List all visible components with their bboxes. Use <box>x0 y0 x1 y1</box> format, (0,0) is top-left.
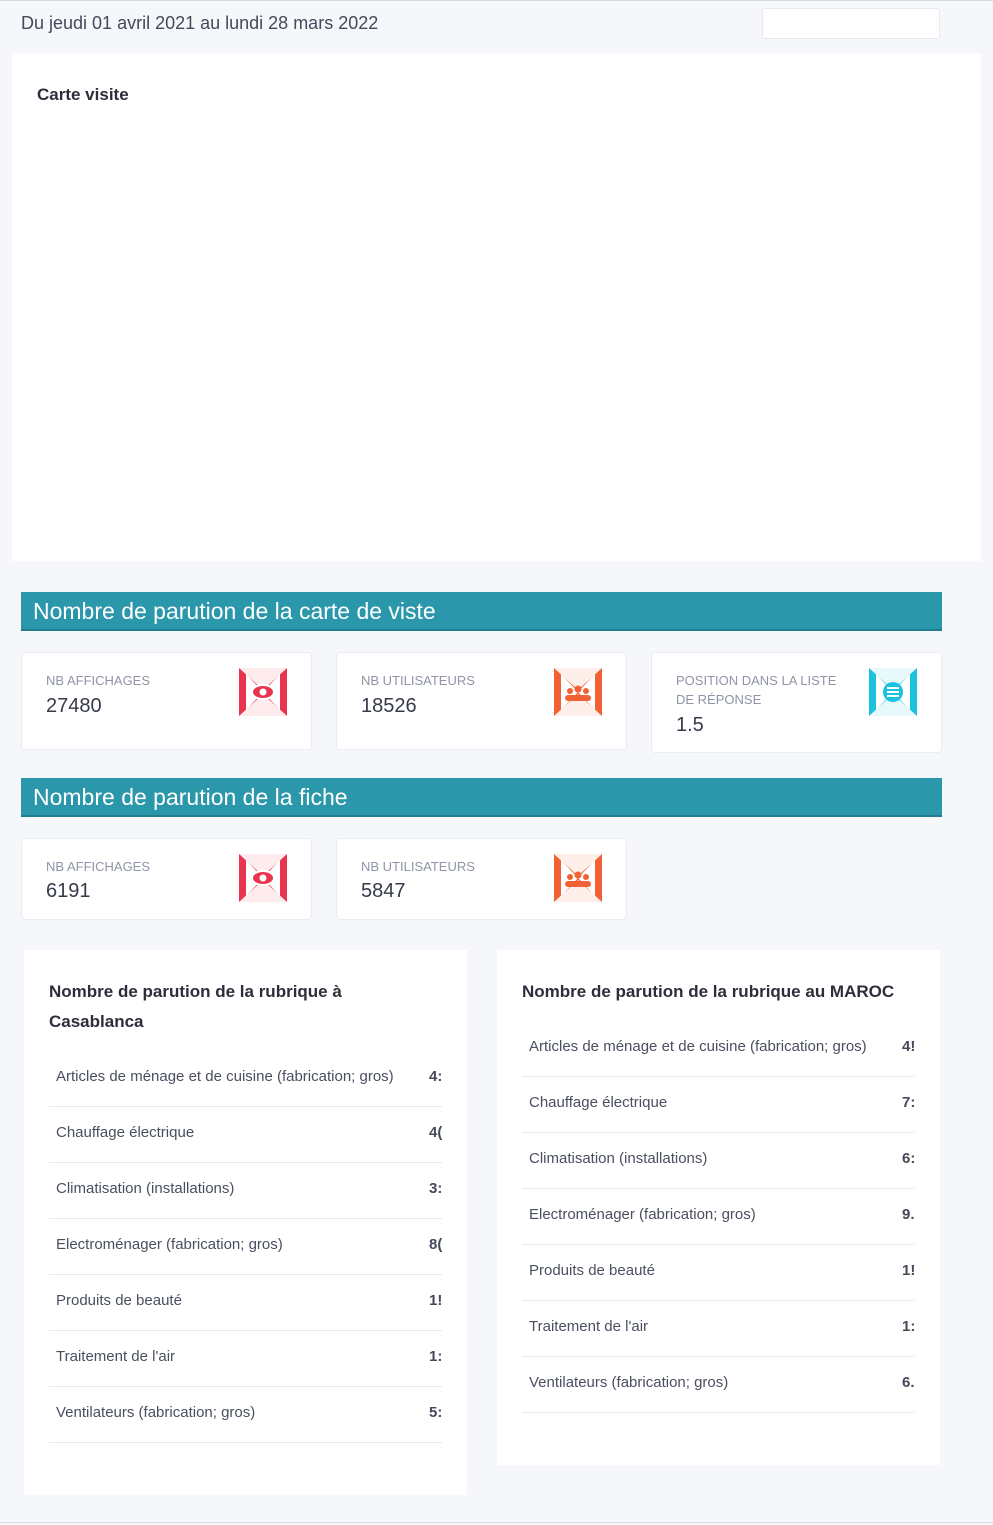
rubrique-count: 7: <box>902 1094 915 1111</box>
rubrique-name: Produits de beauté <box>56 1292 182 1309</box>
stat-value: 1.5 <box>676 714 704 736</box>
date-range-picker[interactable] <box>762 8 940 39</box>
stat-label: NB AFFICHAGES <box>46 859 151 874</box>
list-item: Traitement de l'air 1: <box>522 1301 915 1357</box>
stat-value: 6191 <box>46 880 91 902</box>
date-range-text: Du jeudi 01 avril 2021 au lundi 28 mars … <box>21 13 379 33</box>
rubrique-count: 1: <box>429 1348 442 1365</box>
list-item: Ventilateurs (fabrication; gros) 6. <box>522 1357 915 1413</box>
rubrique-casablanca-card: Nombre de parution de la rubrique à Casa… <box>24 950 467 1495</box>
rubrique-maroc-list: Articles de ménage et de cuisine (fabric… <box>522 1021 915 1413</box>
rubrique-name: Traitement de l'air <box>56 1348 176 1365</box>
bottom-border <box>0 1522 993 1523</box>
list-item: Traitement de l'air 1: <box>49 1331 442 1387</box>
rubrique-name: Produits de beauté <box>529 1262 655 1279</box>
list-item: Climatisation (installations) 3: <box>49 1163 442 1219</box>
rubrique-count: 1: <box>902 1318 915 1335</box>
rubrique-count: 5: <box>429 1404 442 1421</box>
rubrique-casablanca-title: Nombre de parution de la rubrique à Casa… <box>49 982 342 1031</box>
rubrique-name: Ventilateurs (fabrication; gros) <box>529 1374 729 1391</box>
users-icon <box>554 668 602 716</box>
stat-value: 5847 <box>361 880 406 902</box>
stat-label: NB UTILISATEURS <box>361 673 475 688</box>
rubrique-name: Articles de ménage et de cuisine (fabric… <box>56 1068 394 1085</box>
stat-card-fiche-affichages: NB AFFICHAGES 6191 <box>21 838 312 920</box>
map-card-title: Carte visite <box>37 85 129 104</box>
top-border <box>0 0 993 1</box>
rubrique-maroc-title: Nombre de parution de la rubrique au MAR… <box>522 982 895 1001</box>
section-fiche-header: Nombre de parution de la fiche <box>21 778 942 817</box>
list-item: Articles de ménage et de cuisine (fabric… <box>522 1021 915 1077</box>
list-item: Articles de ménage et de cuisine (fabric… <box>49 1051 442 1107</box>
stat-card-position: POSITION DANS LA LISTE DE RÉPONSE 1.5 <box>651 652 942 753</box>
rubrique-name: Ventilateurs (fabrication; gros) <box>56 1404 256 1421</box>
rubrique-name: Electroménager (fabrication; gros) <box>529 1206 756 1223</box>
rubrique-name: Articles de ménage et de cuisine (fabric… <box>529 1038 867 1055</box>
section-carte-header: Nombre de parution de la carte de viste <box>21 592 942 631</box>
map-card: Carte visite <box>12 53 981 561</box>
rubrique-count: 3: <box>429 1180 442 1197</box>
list-item: Ventilateurs (fabrication; gros) 5: <box>49 1387 442 1443</box>
rubrique-name: Traitement de l'air <box>529 1318 649 1335</box>
rubrique-name: Climatisation (installations) <box>56 1180 235 1197</box>
eye-icon <box>239 854 287 902</box>
eye-icon <box>239 668 287 716</box>
list-icon <box>869 668 917 716</box>
rubrique-count: 8( <box>429 1236 442 1253</box>
rubrique-maroc-card: Nombre de parution de la rubrique au MAR… <box>497 950 940 1465</box>
rubrique-count: 6: <box>902 1150 915 1167</box>
rubrique-casablanca-list: Articles de ménage et de cuisine (fabric… <box>49 1051 442 1443</box>
list-item: Electroménager (fabrication; gros) 9. <box>522 1189 915 1245</box>
stat-card-affichages: NB AFFICHAGES 27480 <box>21 652 312 750</box>
list-item: Produits de beauté 1! <box>522 1245 915 1301</box>
rubrique-count: 4( <box>429 1124 442 1141</box>
stat-label: NB UTILISATEURS <box>361 859 475 874</box>
rubrique-count: 4: <box>429 1068 442 1085</box>
rubrique-count: 4! <box>902 1038 915 1055</box>
stat-value: 18526 <box>361 695 417 717</box>
list-item: Climatisation (installations) 6: <box>522 1133 915 1189</box>
rubrique-count: 6. <box>902 1374 915 1391</box>
stat-label: POSITION DANS LA LISTE DE RÉPONSE <box>676 673 837 707</box>
stat-card-fiche-utilisateurs: NB UTILISATEURS 5847 <box>336 838 627 920</box>
rubrique-name: Climatisation (installations) <box>529 1150 708 1167</box>
users-icon <box>554 854 602 902</box>
rubrique-count: 9. <box>902 1206 915 1223</box>
rubrique-name: Chauffage électrique <box>56 1124 195 1141</box>
rubrique-name: Electroménager (fabrication; gros) <box>56 1236 283 1253</box>
rubrique-count: 1! <box>429 1292 442 1309</box>
rubrique-name: Chauffage électrique <box>529 1094 668 1111</box>
list-item: Chauffage électrique 4( <box>49 1107 442 1163</box>
list-item: Chauffage électrique 7: <box>522 1077 915 1133</box>
list-item: Produits de beauté 1! <box>49 1275 442 1331</box>
stat-label: NB AFFICHAGES <box>46 673 151 688</box>
list-item: Electroménager (fabrication; gros) 8( <box>49 1219 442 1275</box>
stat-card-utilisateurs: NB UTILISATEURS 18526 <box>336 652 627 750</box>
stat-value: 27480 <box>46 695 102 717</box>
rubrique-count: 1! <box>902 1262 915 1279</box>
